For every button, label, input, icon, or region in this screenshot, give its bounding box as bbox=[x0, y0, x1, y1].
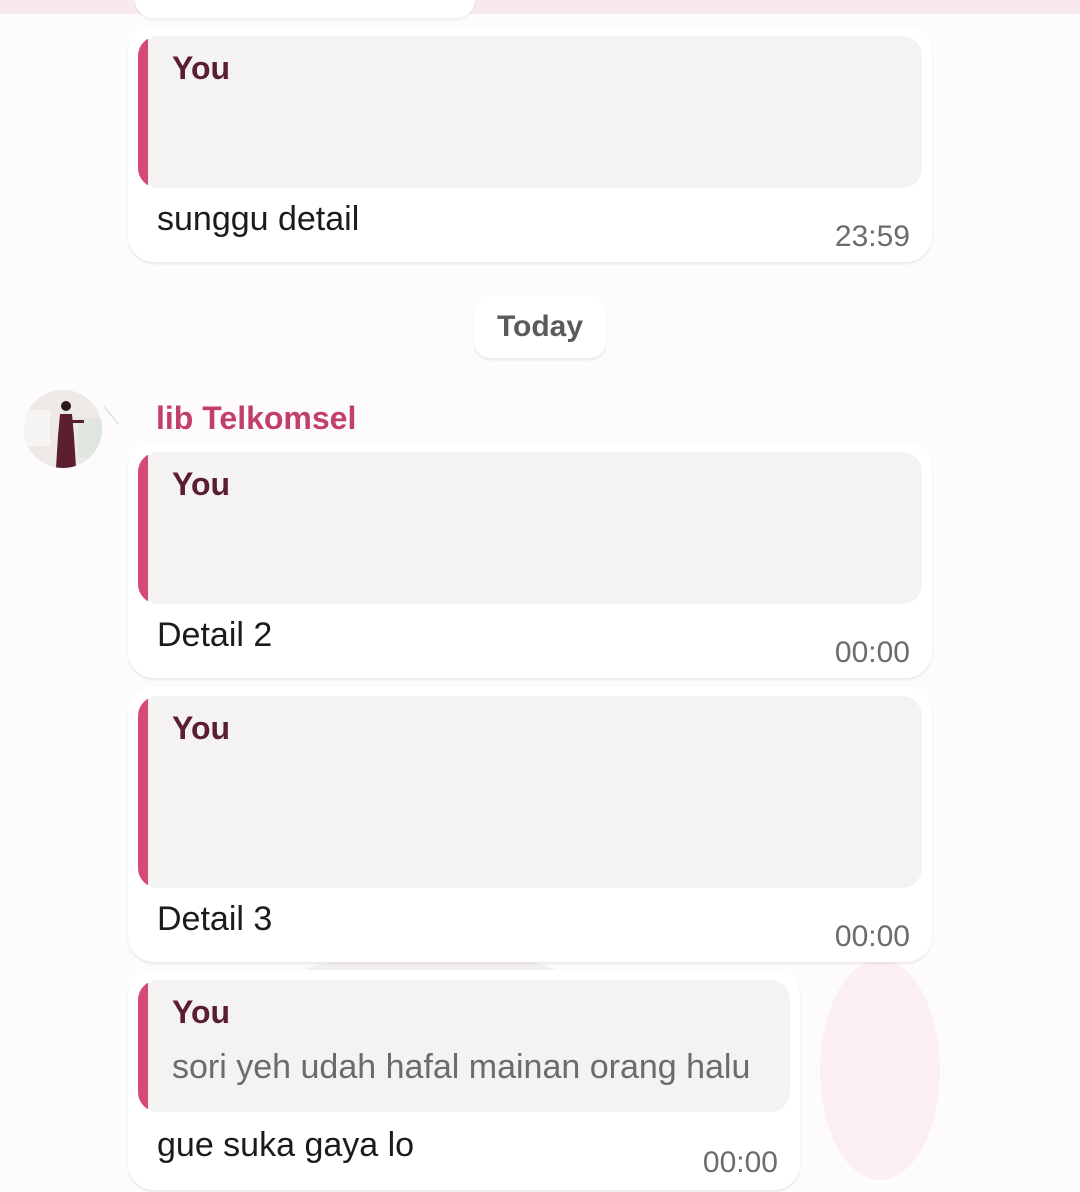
sender-name[interactable]: lib Telkomsel bbox=[156, 400, 356, 437]
message-bubble[interactable]: You Detail 3 00:00 bbox=[128, 686, 932, 962]
message-text: sunggu detail bbox=[157, 200, 360, 238]
message-time: 00:00 bbox=[702, 1146, 778, 1179]
chat-screen: You sunggu detail 23:59 Today lib Telkom… bbox=[0, 0, 1080, 1192]
message-bubble[interactable]: You sunggu detail 23:59 bbox=[128, 26, 932, 262]
quoted-message[interactable]: You bbox=[138, 452, 922, 604]
quote-author: You bbox=[172, 994, 231, 1030]
quote-author: You bbox=[172, 50, 231, 86]
profile-photo-icon bbox=[24, 390, 102, 468]
wallpaper-decoration bbox=[820, 960, 940, 1180]
sender-avatar[interactable] bbox=[24, 390, 102, 468]
date-separator: Today bbox=[474, 296, 606, 358]
message-text: Detail 3 bbox=[157, 900, 273, 938]
message-text: Detail 2 bbox=[157, 616, 273, 654]
quote-author: You bbox=[172, 466, 231, 502]
message-time: 23:59 bbox=[834, 220, 910, 253]
quote-text: sori yeh udah hafal mainan orang halu bbox=[172, 1048, 751, 1086]
message-time: 00:00 bbox=[834, 920, 910, 953]
previous-message-edge bbox=[135, 0, 475, 18]
bubble-tail bbox=[103, 393, 135, 425]
message-text: gue suka gaya lo bbox=[157, 1126, 415, 1164]
message-time: 00:00 bbox=[834, 636, 910, 669]
quoted-message[interactable]: You bbox=[138, 696, 922, 888]
message-bubble[interactable]: You Detail 2 00:00 bbox=[128, 442, 932, 678]
message-bubble[interactable]: You sori yeh udah hafal mainan orang hal… bbox=[128, 970, 800, 1190]
quoted-message[interactable]: You bbox=[138, 36, 922, 188]
quote-author: You bbox=[172, 710, 231, 746]
quoted-message[interactable]: You sori yeh udah hafal mainan orang hal… bbox=[138, 980, 790, 1112]
